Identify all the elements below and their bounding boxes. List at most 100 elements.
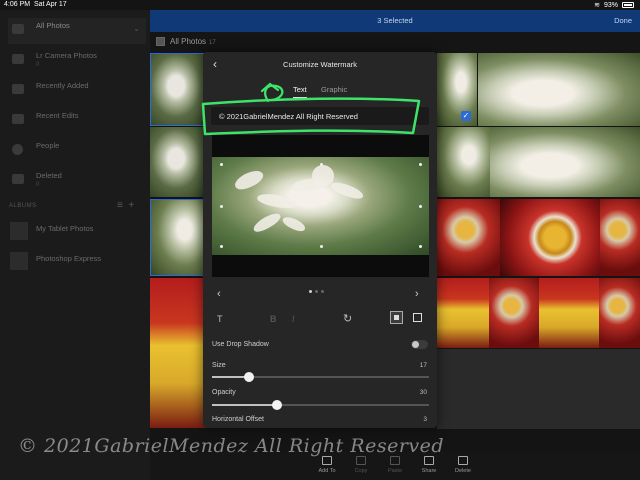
copy-icon (356, 456, 366, 465)
tab-graphic[interactable]: Graphic (321, 85, 347, 94)
drop-shadow-toggle[interactable] (411, 340, 428, 349)
photo-tile[interactable] (437, 127, 490, 197)
album-label: My Tablet Photos (36, 224, 94, 233)
share-button[interactable]: Share (414, 456, 444, 474)
resize-handle[interactable] (220, 245, 223, 248)
next-chevron-icon[interactable]: › (415, 288, 419, 300)
sidebar-item-label: Recent Edits (36, 111, 79, 120)
battery-percent: 93% (603, 1, 618, 9)
photo-tile[interactable] (539, 278, 599, 348)
photo-tile[interactable] (489, 278, 539, 348)
resize-handle[interactable] (419, 205, 422, 208)
opacity-label: Opacity (212, 389, 236, 396)
page-dots (309, 290, 324, 293)
drop-shadow-label: Use Drop Shadow (212, 341, 269, 348)
horizontal-offset-label: Horizontal Offset (212, 416, 265, 423)
italic-icon[interactable]: I (292, 314, 295, 324)
status-bar: 4:06 PM Sat Apr 17 ≋ 93% (0, 0, 640, 10)
photo-tile[interactable] (478, 53, 640, 126)
done-button[interactable]: Done (614, 16, 632, 25)
album-item-photoshop-express[interactable]: Photoshop Express (8, 250, 146, 276)
albums-heading: ALBUMS (9, 203, 37, 209)
checkmark-icon: ✓ (461, 111, 471, 121)
tab-text[interactable]: Text (293, 85, 307, 94)
sidebar-item-recently-added[interactable]: Recently Added (8, 78, 146, 104)
sidebar-item-people[interactable]: People (8, 138, 146, 164)
status-time: 4:06 PM Sat Apr 17 (4, 1, 67, 8)
resize-handle[interactable] (320, 163, 323, 166)
photo-tile[interactable] (150, 127, 208, 197)
outline-style-button[interactable] (411, 311, 424, 324)
sidebar-item-lr-camera[interactable]: Lr Camera Photos 0 (8, 48, 146, 74)
sidebar-item-count: 0 (36, 182, 40, 188)
dialog-title: Customize Watermark (283, 60, 357, 69)
photo-tile[interactable] (437, 349, 640, 429)
battery-icon (622, 2, 634, 8)
paste-button[interactable]: Paste (380, 456, 410, 474)
resize-handle[interactable] (320, 245, 323, 248)
size-value: 17 (419, 362, 427, 369)
photos-icon (12, 24, 24, 34)
sidebar: All Photos ⌄ Lr Camera Photos 0 Recently… (0, 10, 150, 480)
album-thumbnail (10, 222, 28, 240)
selection-bar: 3 Selected Done (150, 10, 640, 32)
rotate-icon[interactable]: ↻ (343, 312, 352, 325)
recent-icon (12, 84, 24, 94)
photo-tile[interactable] (150, 278, 208, 428)
sidebar-item-deleted[interactable]: Deleted 0 (8, 168, 146, 194)
photo-tile[interactable] (600, 199, 640, 276)
photo-tile[interactable] (490, 127, 640, 197)
preview-image (212, 157, 429, 255)
album-item-my-tablet-photos[interactable]: My Tablet Photos (8, 220, 146, 246)
chevron-down-icon[interactable]: ⌄ (133, 24, 140, 33)
add-album-icon[interactable]: + (128, 200, 134, 211)
size-slider[interactable] (212, 372, 429, 382)
photo-tile[interactable] (500, 199, 600, 276)
people-icon (12, 144, 23, 155)
dialog-header: ‹ Customize Watermark (203, 52, 437, 76)
album-label: Photoshop Express (36, 254, 102, 263)
trash-icon (12, 174, 24, 184)
slider-knob[interactable] (244, 372, 254, 382)
resize-handle[interactable] (419, 245, 422, 248)
sidebar-item-all-photos[interactable]: All Photos ⌄ (8, 18, 146, 44)
fill-style-button[interactable] (390, 311, 403, 324)
edit-icon (12, 114, 24, 124)
sidebar-item-label: People (36, 141, 60, 150)
photo-tile[interactable]: ✓ (437, 53, 477, 126)
resize-handle[interactable] (220, 205, 223, 208)
trash-icon (458, 456, 468, 465)
selection-count: 3 Selected (377, 16, 413, 25)
text-style-icon[interactable]: T (217, 314, 223, 324)
status-right: ≋ 93% (594, 1, 634, 9)
photo-tile[interactable] (437, 278, 489, 348)
paste-icon (390, 456, 400, 465)
customize-watermark-dialog: ‹ Customize Watermark Text Graphic ‹ › T… (203, 52, 437, 428)
share-icon (424, 456, 434, 465)
applied-watermark-text: © 2021GabrielMendez All Right Reserved (18, 435, 445, 457)
select-all-checkbox[interactable] (156, 37, 165, 46)
watermark-preview (212, 135, 429, 277)
sidebar-item-label: Lr Camera Photos (36, 51, 97, 60)
sort-icon[interactable]: ≡ (117, 200, 123, 211)
size-label: Size (212, 362, 226, 369)
opacity-slider[interactable] (212, 400, 429, 410)
delete-button[interactable]: Delete (448, 456, 478, 474)
add-to-button[interactable]: Add To (312, 456, 342, 474)
photo-tile[interactable] (599, 278, 640, 348)
bold-icon[interactable]: B (270, 314, 277, 324)
resize-handle[interactable] (220, 163, 223, 166)
copy-button[interactable]: Copy (346, 456, 376, 474)
sidebar-item-count: 0 (36, 62, 40, 68)
horizontal-offset-value: 3 (423, 416, 427, 423)
wifi-icon: ≋ (594, 2, 600, 9)
sidebar-item-recent-edits[interactable]: Recent Edits (8, 108, 146, 134)
watermark-text-input[interactable] (211, 107, 429, 125)
photo-tile[interactable] (150, 53, 208, 126)
photo-tile[interactable] (437, 199, 500, 276)
sidebar-item-label: All Photos (36, 21, 70, 30)
previous-chevron-icon[interactable]: ‹ (217, 288, 221, 300)
slider-knob[interactable] (272, 400, 282, 410)
resize-handle[interactable] (419, 163, 422, 166)
photo-tile[interactable] (150, 199, 208, 276)
